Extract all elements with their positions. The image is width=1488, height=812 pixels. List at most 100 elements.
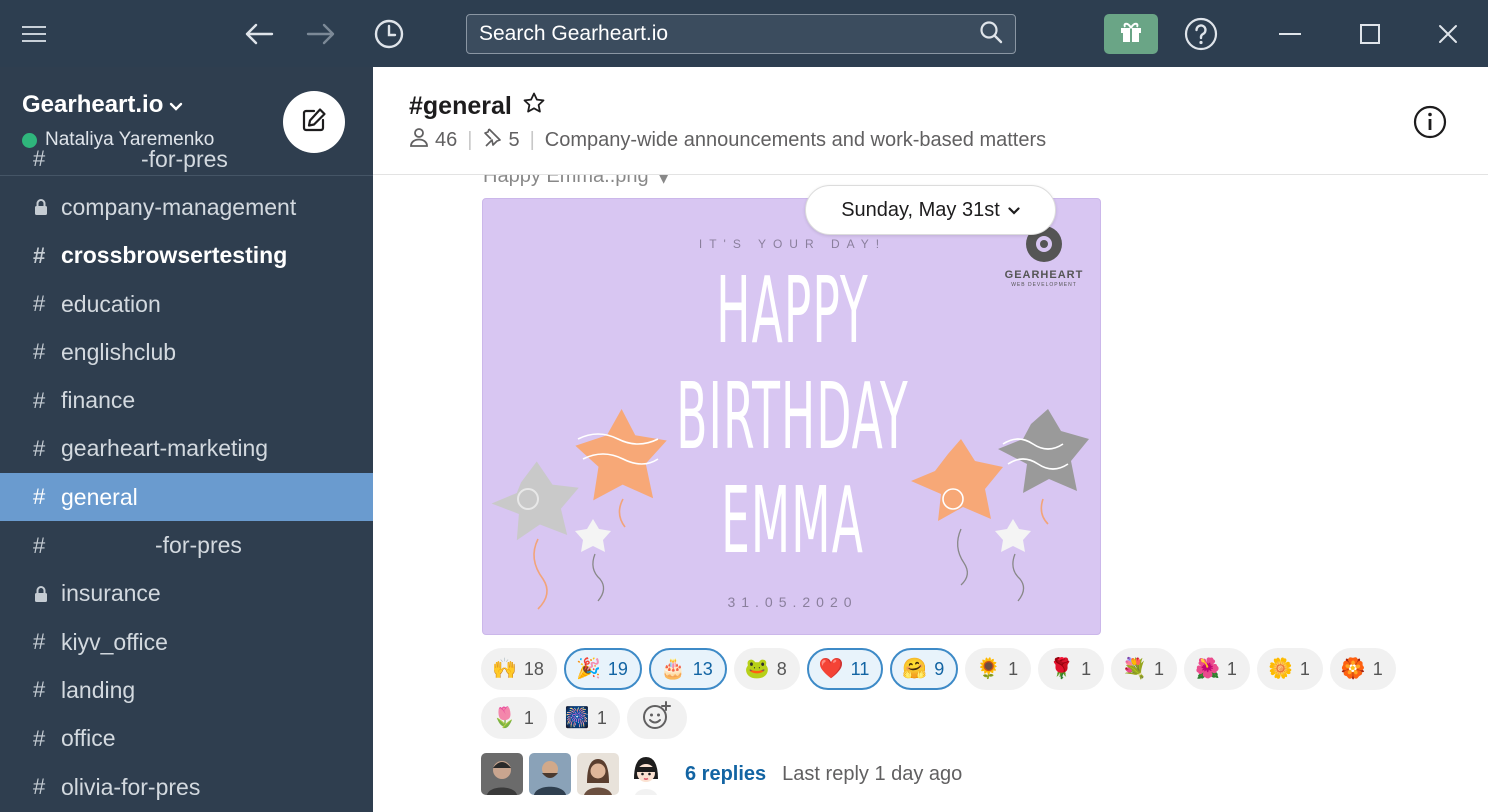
reaction-count: 1: [1372, 658, 1383, 679]
channel-title[interactable]: #general: [409, 91, 546, 122]
search-input[interactable]: Search Gearheart.io: [466, 14, 1016, 54]
close-icon[interactable]: [1428, 17, 1468, 51]
reaction-count: 11: [850, 658, 870, 679]
sidebar-item-general[interactable]: # general: [0, 473, 373, 522]
channel-label: office: [61, 725, 116, 752]
reaction-raised-hands[interactable]: 🙌 18: [481, 648, 557, 690]
pins-button[interactable]: 5: [482, 127, 520, 153]
menu-icon[interactable]: [18, 20, 50, 48]
reaction-heart[interactable]: ❤️ 11: [806, 648, 884, 690]
hash-icon: #: [33, 387, 46, 413]
reactions-bar: 🙌 18 🎉 19 🎂 13 🐸 8 ❤️ 11 🤗 9 🌻 1 🌹 1 💐 1 🌺 1 🌼 1 🏵️…: [481, 648, 1411, 739]
sidebar-item-kiyv-office[interactable]: # kiyv_office: [0, 618, 373, 666]
reaction-emoji: 🌼: [1267, 658, 1293, 680]
reaction-count: 1: [1226, 658, 1237, 679]
hash-icon: #: [33, 435, 46, 461]
hash-icon: #: [33, 774, 46, 799]
replies-link[interactable]: 6 replies: [685, 763, 766, 786]
forward-arrow-icon[interactable]: [302, 17, 340, 51]
history-clock-icon[interactable]: [370, 16, 408, 52]
main-pane: #general 46 | 5 | Company-wide announcem…: [373, 67, 1488, 812]
reaction-count: 19: [607, 658, 628, 679]
channel-label: olivia-for-pres: [61, 773, 201, 800]
thread-summary[interactable]: 6 replies Last reply 1 day ago: [481, 753, 962, 795]
workspace-name-label: Gearheart.io: [22, 91, 164, 118]
channel-label: -for-pres: [141, 145, 228, 172]
date-label: Sunday, May 31st: [841, 198, 1000, 221]
minimize-icon[interactable]: [1270, 17, 1310, 51]
sidebar-item-englishclub[interactable]: # englishclub: [0, 328, 373, 376]
reaction-count: 18: [523, 658, 544, 679]
sidebar-item-olivia-for-pres[interactable]: # olivia-for-pres: [0, 763, 373, 811]
reaction-emoji: 🐸: [744, 658, 770, 680]
reaction-count: 1: [1081, 658, 1092, 679]
hash-icon: #: [33, 532, 46, 558]
channel-topic[interactable]: Company-wide announcements and work-base…: [545, 129, 1046, 152]
reaction-birthday-cake[interactable]: 🎂 13: [648, 648, 727, 690]
help-icon[interactable]: [1182, 15, 1220, 53]
sidebar-item-landing[interactable]: # landing: [0, 666, 373, 714]
reaction-blossom[interactable]: 🌼 1: [1256, 648, 1323, 690]
reaction-hugging[interactable]: 🤗 9: [890, 648, 959, 690]
reaction-rosette[interactable]: 🏵️ 1: [1329, 648, 1396, 690]
channel-label: company-management: [61, 193, 297, 220]
reaction-frog[interactable]: 🐸 8: [733, 648, 800, 690]
image-logo-subtext: WEB DEVELOPMENT: [1011, 282, 1077, 288]
reaction-sunflower[interactable]: 🌻 1: [965, 648, 1032, 690]
title-bar: Search Gearheart.io: [0, 0, 1488, 67]
add-reaction-button[interactable]: [626, 697, 687, 739]
compose-edit-icon: [301, 107, 327, 138]
reaction-hibiscus[interactable]: 🌺 1: [1184, 648, 1250, 690]
reaction-emoji: 🏵️: [1340, 658, 1366, 680]
info-icon[interactable]: [1411, 103, 1449, 141]
avatar: [481, 753, 523, 795]
reaction-emoji: 🙌: [492, 658, 517, 680]
workspace-name[interactable]: Gearheart.io: [22, 91, 183, 119]
sidebar-item-finance[interactable]: # finance: [0, 376, 373, 424]
sidebar-item-gearheart-marketing[interactable]: # gearheart-marketing: [0, 425, 373, 473]
reaction-emoji: 🎂: [660, 658, 686, 680]
star-icon[interactable]: [522, 91, 546, 122]
sidebar-item-for-pres[interactable]: # -for-pres: [0, 135, 373, 183]
channel-header: #general 46 | 5 | Company-wide announcem…: [373, 67, 1488, 175]
search-icon: [979, 20, 1003, 49]
member-count: 46: [435, 128, 458, 151]
chevron-down-icon: [1008, 199, 1020, 222]
sidebar-item-for-pres-2[interactable]: # -for-pres: [0, 521, 373, 569]
sidebar-item-insurance[interactable]: insurance: [0, 570, 373, 618]
channel-list: # -for-pres company-management # crossbr…: [0, 146, 373, 811]
sidebar-item-education[interactable]: # education: [0, 280, 373, 328]
reaction-emoji: 🌷: [492, 707, 517, 729]
channel-label: -for-pres: [155, 532, 242, 559]
reaction-tada[interactable]: 🎉 19: [563, 648, 642, 690]
maximize-icon[interactable]: [1350, 17, 1390, 51]
sidebar-item-company-management[interactable]: company-management: [0, 183, 373, 231]
image-line-happy: HAPPY: [716, 257, 869, 364]
sidebar-item-office[interactable]: # office: [0, 715, 373, 763]
hash-icon: #: [33, 725, 46, 751]
reaction-emoji: 🎆: [564, 707, 590, 729]
image-date: 31.05.2020: [727, 594, 858, 610]
grey-balloon-right: [998, 409, 1089, 525]
hash-icon: #: [33, 339, 46, 365]
reaction-rose[interactable]: 🌹 1: [1038, 648, 1105, 690]
reaction-tulip[interactable]: 🌷 1: [481, 697, 547, 739]
sidebar-item-crossbrowsertesting[interactable]: # crossbrowsertesting: [0, 232, 373, 280]
pin-count: 5: [508, 128, 520, 151]
sidebar: Gearheart.io Nataliya Yaremenko # -for-p…: [0, 67, 373, 812]
date-divider[interactable]: Sunday, May 31st: [805, 185, 1056, 235]
birthday-image-attachment[interactable]: IT'S YOUR DAY! HAPPY BIRTHDAY EMMA 31.05…: [482, 198, 1101, 635]
hash-icon: #: [33, 629, 46, 655]
gift-button[interactable]: [1104, 14, 1158, 54]
reaction-fireworks[interactable]: 🎆 1: [553, 697, 620, 739]
back-arrow-icon[interactable]: [240, 17, 278, 51]
reaction-emoji: 🌹: [1049, 658, 1075, 680]
hash-icon: #: [33, 291, 46, 317]
channel-label: education: [61, 290, 161, 317]
lock-icon: [33, 585, 61, 603]
members-button[interactable]: 46: [409, 127, 457, 153]
hash-icon: #: [33, 146, 46, 172]
image-line-emma: EMMA: [721, 467, 864, 574]
avatar: [577, 753, 619, 795]
reaction-bouquet[interactable]: 💐 1: [1111, 648, 1178, 690]
